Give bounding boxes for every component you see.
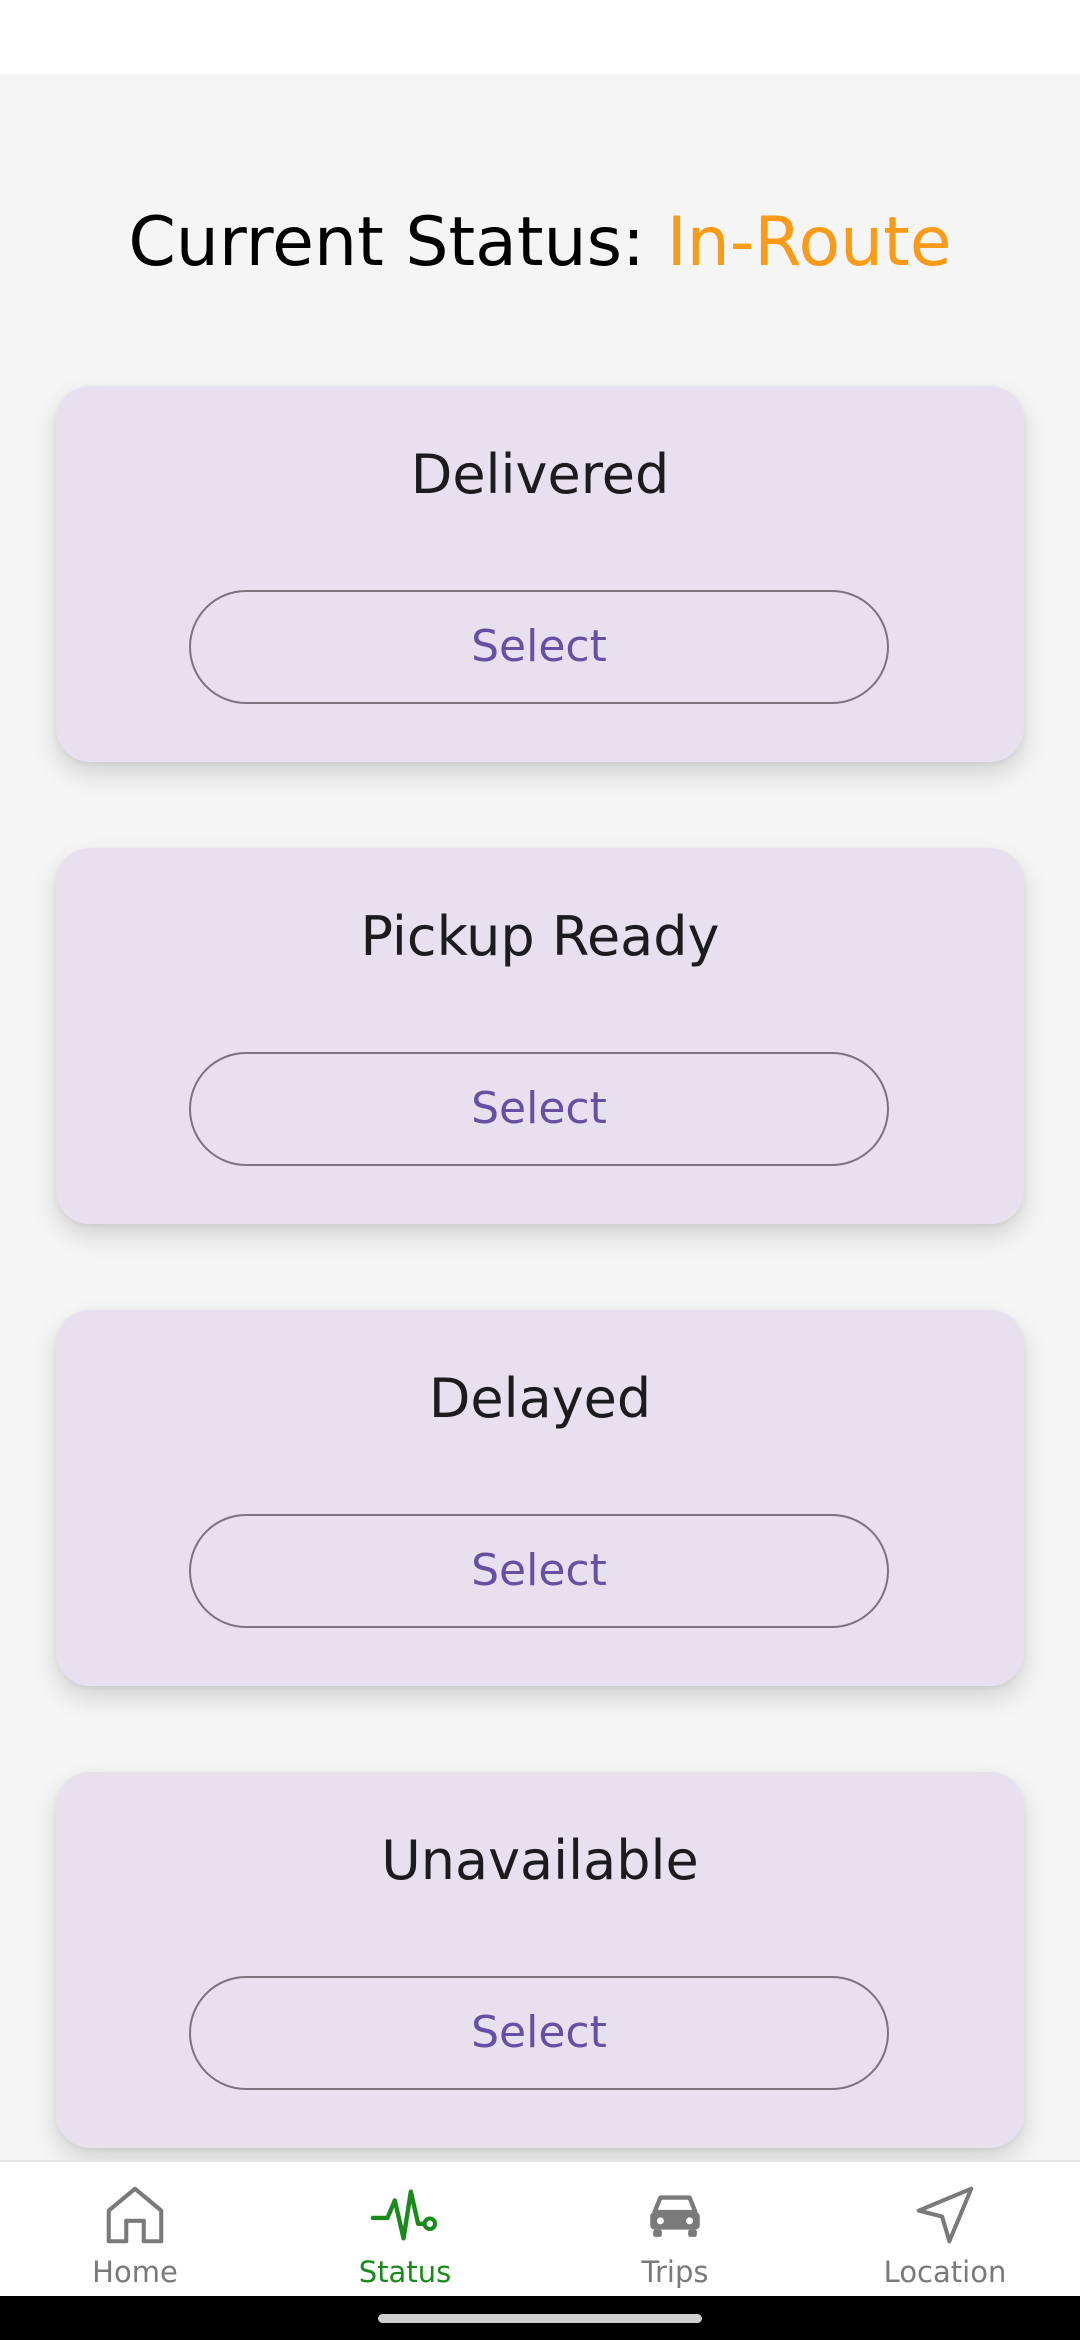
nav-item-trips[interactable]: Trips	[540, 2162, 810, 2298]
select-delivered-button[interactable]: Select	[189, 590, 889, 704]
home-icon	[106, 2186, 164, 2244]
bottom-navigation: Home Status Trips Location	[0, 2160, 1080, 2296]
current-status-heading: Current Status: In-Route	[0, 198, 1080, 288]
select-unavailable-button[interactable]: Select	[189, 1976, 889, 2090]
nav-label-trips: Trips	[641, 2255, 709, 2289]
activity-icon	[370, 2189, 438, 2241]
navigation-arrow-icon	[916, 2186, 974, 2244]
nav-label-status: Status	[358, 2255, 452, 2289]
home-gesture-indicator[interactable]	[378, 2314, 702, 2323]
select-pickup-ready-button[interactable]: Select	[189, 1052, 889, 1166]
current-status-label: Current Status:	[128, 203, 645, 282]
status-option-card-pickup-ready: Pickup Ready Select	[56, 848, 1024, 1224]
nav-item-location[interactable]: Location	[810, 2162, 1080, 2298]
status-option-card-delivered: Delivered Select	[56, 386, 1024, 762]
nav-item-home[interactable]: Home	[0, 2162, 270, 2298]
car-icon	[650, 2195, 700, 2237]
system-status-bar	[0, 0, 1080, 74]
status-option-card-unavailable: Unavailable Select	[56, 1772, 1024, 2148]
status-option-title: Delayed	[428, 1367, 652, 1430]
nav-item-status[interactable]: Status	[270, 2162, 540, 2298]
select-delayed-button[interactable]: Select	[189, 1514, 889, 1628]
status-option-card-delayed: Delayed Select	[56, 1310, 1024, 1686]
current-status-value: In-Route	[666, 203, 952, 282]
status-option-title: Delivered	[410, 443, 670, 506]
nav-label-location: Location	[883, 2255, 1007, 2289]
status-option-title: Unavailable	[381, 1829, 699, 1892]
status-option-title: Pickup Ready	[360, 905, 720, 968]
system-navigation-bar	[0, 2296, 1080, 2340]
status-screen: Current Status: In-Route Delivered Selec…	[0, 74, 1080, 2160]
nav-label-home: Home	[92, 2255, 178, 2289]
